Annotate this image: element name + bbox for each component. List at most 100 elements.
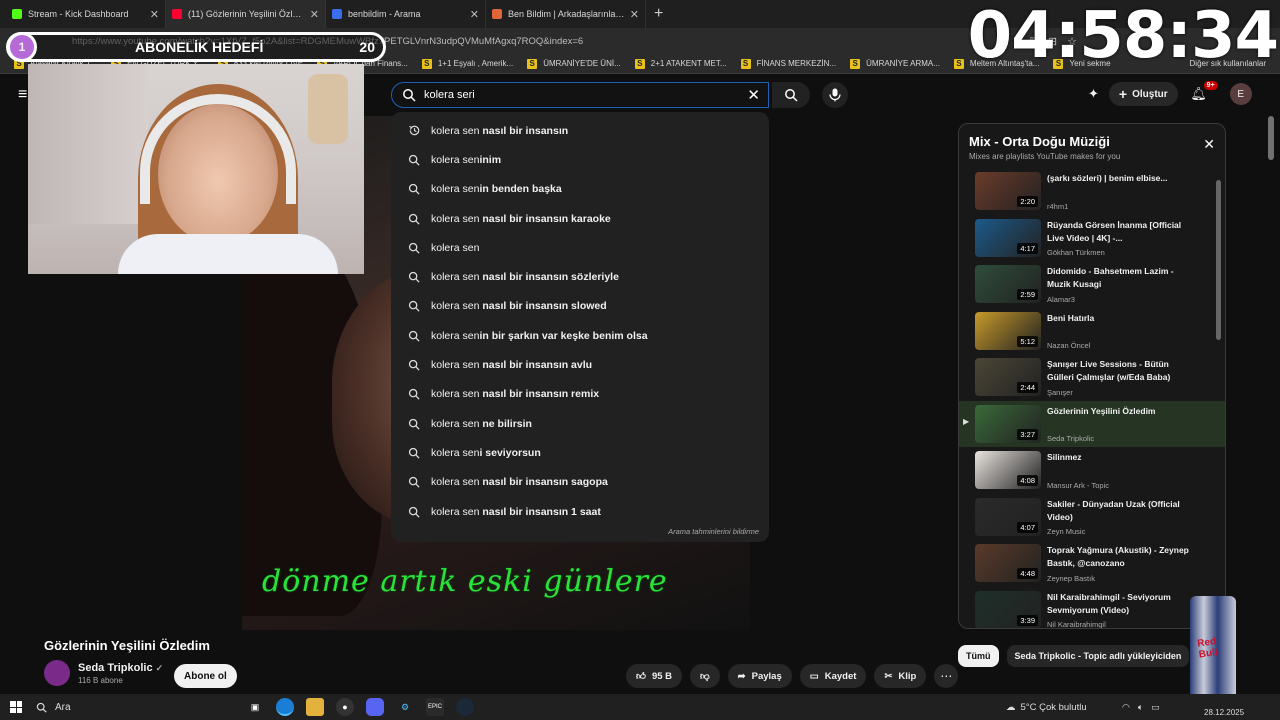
browser-tab[interactable]: benbildim - Arama ✕ xyxy=(326,0,486,28)
suggestion-item[interactable]: kolera seni seviyorsun xyxy=(391,438,769,467)
dislike-button[interactable]: 👎︎ xyxy=(690,664,720,688)
mix-item-title[interactable]: Sakiler - Dünyadan Uzak (Official Video) xyxy=(1047,498,1197,524)
clear-search-icon[interactable]: ✕ xyxy=(747,86,760,104)
mix-item-thumbnail[interactable]: 4:07 xyxy=(975,497,1041,536)
mix-item-thumbnail[interactable]: 3:27 xyxy=(975,404,1041,443)
edge-browser-icon[interactable] xyxy=(276,698,294,716)
report-predictions-link[interactable]: Arama tahminlerini bildirme xyxy=(668,527,759,536)
mix-scrollbar[interactable] xyxy=(1216,180,1221,340)
suggestion-item[interactable]: kolera senin bir şarkın var keşke benim … xyxy=(391,321,769,350)
taskbar-search[interactable]: Ara xyxy=(36,702,216,713)
mix-item-thumbnail[interactable]: 2:44 xyxy=(975,358,1041,396)
bookmark-item[interactable]: S FİNANS MERKEZİN... xyxy=(740,58,836,69)
mix-item-title[interactable]: Şanışer Live Sessions - Bütün Gülleri Ça… xyxy=(1047,358,1197,384)
suggestion-item[interactable]: kolera sen nasıl bir insansın karaoke xyxy=(391,204,769,233)
search-box[interactable]: ✕ xyxy=(391,82,769,108)
new-tab-icon[interactable]: + xyxy=(654,5,663,23)
bookmark-item[interactable]: S ÜMRANİYE'DE ÜNİ... xyxy=(527,58,621,69)
save-button[interactable]: ▭ Kaydet xyxy=(799,664,867,688)
close-tab-icon[interactable]: ✕ xyxy=(470,8,479,21)
mix-item[interactable]: 4:48 Toprak Yağmura (Akustik) - Zeynep Ba… xyxy=(959,540,1225,587)
steam-icon[interactable] xyxy=(456,698,474,716)
suggestion-item[interactable]: kolera sen nasıl bir insansın xyxy=(391,116,769,145)
suggestion-item[interactable]: kolera sen nasıl bir insansın 1 saat xyxy=(391,497,769,526)
chip-all[interactable]: Tümü xyxy=(958,645,999,667)
bookmark-item[interactable]: S ÜMRANİYE ARMA... xyxy=(850,58,940,69)
mix-item[interactable]: 4:07 Sakiler - Dünyadan Uzak (Official Vi… xyxy=(959,494,1225,541)
mix-item[interactable]: ▶ 3:27 Gözlerinin Yeşilini Özledim Seda Tri… xyxy=(959,400,1225,447)
suggestion-item[interactable]: kolera sen nasıl bir insansın sözleriyle xyxy=(391,262,769,291)
volume-icon[interactable]: 🔈︎ xyxy=(1138,702,1143,713)
suggestion-item[interactable]: kolera sen nasıl bir insansın slowed xyxy=(391,292,769,321)
close-tab-icon[interactable]: ✕ xyxy=(150,8,159,21)
voice-search-button[interactable] xyxy=(822,82,848,108)
mix-item-thumbnail[interactable]: 4:48 xyxy=(975,544,1041,582)
mix-item-thumbnail[interactable]: 2:59 xyxy=(975,265,1041,303)
suggestion-item[interactable]: kolera seninim xyxy=(391,145,769,174)
suggestion-item[interactable]: kolera sen nasıl bir insansın avlu xyxy=(391,350,769,379)
mix-item-thumbnail[interactable]: 2:20 xyxy=(975,172,1041,210)
close-tab-icon[interactable]: ✕ xyxy=(630,8,639,21)
mix-item[interactable]: 2:59 Didomido - Bahsetmem Lazim - Muzik K… xyxy=(959,261,1225,308)
mix-item-thumbnail[interactable]: 5:12 xyxy=(975,311,1041,350)
mix-item-channel: r4hm1 xyxy=(1047,201,1069,211)
suggestion-item[interactable]: kolera sen nasıl bir insansın sagopa xyxy=(391,468,769,497)
windows-start-icon[interactable] xyxy=(10,701,22,713)
chip-uploader[interactable]: Seda Tripkolic - Topic adlı yükleyiciden xyxy=(1006,645,1190,667)
bookmark-item[interactable]: S 1+1 Eşyalı , Amerik... xyxy=(421,58,513,69)
notifications-button[interactable]: 🔔︎ 9+ xyxy=(1188,81,1218,105)
account-avatar[interactable]: E xyxy=(1229,83,1252,105)
mix-item-title[interactable]: Beni Hatırla xyxy=(1047,312,1197,325)
settings-gear-icon[interactable]: ⚙ xyxy=(396,698,414,716)
taskbar-weather[interactable]: ☁ 5°C Çok bulutlu xyxy=(1006,702,1087,713)
channel-avatar[interactable] xyxy=(44,660,70,686)
close-icon[interactable]: ✕ xyxy=(1203,136,1215,153)
share-button[interactable]: ➦ Paylaş xyxy=(727,664,792,688)
subscribe-button[interactable]: Abone ol xyxy=(174,664,237,688)
mix-item-title[interactable]: Nil Karaibrahimgil - Seviyorum Sevmiyoru… xyxy=(1047,591,1197,617)
suggestion-item[interactable]: kolera senin benden başka xyxy=(391,175,769,204)
battery-icon[interactable]: ▭ xyxy=(1151,702,1160,713)
page-scrollbar[interactable] xyxy=(1268,116,1274,160)
system-tray: ◠ 🔈︎ ▭ xyxy=(1122,702,1160,713)
mix-item-thumbnail[interactable]: 3:39 xyxy=(975,590,1041,628)
mix-item[interactable]: 4:17 Rüyanda Görsen İnanma [Official Live… xyxy=(959,215,1225,262)
mix-item-title[interactable]: Gözlerinin Yeşilini Özledim xyxy=(1047,405,1197,418)
browser-tab[interactable]: Ben Bildim | Arkadaşlarınla Oyna ✕ xyxy=(486,0,646,28)
cast-icon[interactable]: ✦ xyxy=(1088,86,1099,102)
create-button[interactable]: + Oluştur xyxy=(1108,82,1178,106)
bookmark-item[interactable]: S 2+1 ATAKENT MET... xyxy=(634,58,727,69)
more-actions-icon[interactable]: ⋯ xyxy=(934,664,959,688)
clip-button[interactable]: ✂ Klip xyxy=(874,664,927,688)
mix-item[interactable]: 3:39 Nil Karaibrahimgil - Seviyorum Sevmi… xyxy=(959,587,1225,628)
mix-item-title[interactable]: Silinmez xyxy=(1047,451,1197,464)
close-tab-icon[interactable]: ✕ xyxy=(310,8,319,21)
mix-item-thumbnail[interactable]: 4:17 xyxy=(975,218,1041,257)
mix-item[interactable]: 2:20 (şarkı sözleri) | benim elbise... r4h… xyxy=(959,168,1225,215)
mix-item-title[interactable]: Rüyanda Görsen İnanma [Official Live Vid… xyxy=(1047,219,1197,245)
discord-icon[interactable] xyxy=(366,698,384,716)
epic-games-icon[interactable]: EPIC xyxy=(426,698,444,716)
mix-item[interactable]: 4:08 Silinmez Mansur Ark - Topic xyxy=(959,447,1225,494)
taskbar-date[interactable]: 28.12.2025 xyxy=(1204,708,1244,717)
mix-item[interactable]: 2:44 Şanışer Live Sessions - Bütün Güller… xyxy=(959,354,1225,401)
like-button[interactable]: 👍︎ 95 B xyxy=(626,664,683,688)
mix-item-title[interactable]: (şarkı sözleri) | benim elbise... xyxy=(1047,172,1197,185)
browser-tab[interactable]: Stream - Kick Dashboard ✕ xyxy=(6,0,166,28)
suggestion-item[interactable]: kolera sen ne bilirsin xyxy=(391,409,769,438)
mix-item[interactable]: 5:12 Beni Hatırla Nazan Öncel xyxy=(959,308,1225,355)
browser-tab[interactable]: (11) Gözlerinin Yeşilini Özledim ✕ xyxy=(166,0,326,28)
obs-icon[interactable]: ● xyxy=(336,698,354,716)
search-input[interactable] xyxy=(424,86,744,104)
file-explorer-icon[interactable] xyxy=(306,698,324,716)
task-view-icon[interactable]: ▣ xyxy=(246,698,264,716)
hamburger-menu-icon[interactable]: ≡ xyxy=(18,86,27,104)
suggestion-item[interactable]: kolera sen nasıl bir insansın remix xyxy=(391,380,769,409)
suggestion-item[interactable]: kolera sen xyxy=(391,233,769,262)
search-button[interactable] xyxy=(772,82,810,108)
mix-item-title[interactable]: Toprak Yağmura (Akustik) - Zeynep Bastık… xyxy=(1047,544,1197,570)
channel-name[interactable]: Seda Tripkolic ✓ xyxy=(78,662,163,674)
mix-item-thumbnail[interactable]: 4:08 xyxy=(975,451,1041,489)
wifi-icon[interactable]: ◠ xyxy=(1122,702,1130,713)
mix-item-title[interactable]: Didomido - Bahsetmem Lazim - Muzik Kusag… xyxy=(1047,265,1197,291)
